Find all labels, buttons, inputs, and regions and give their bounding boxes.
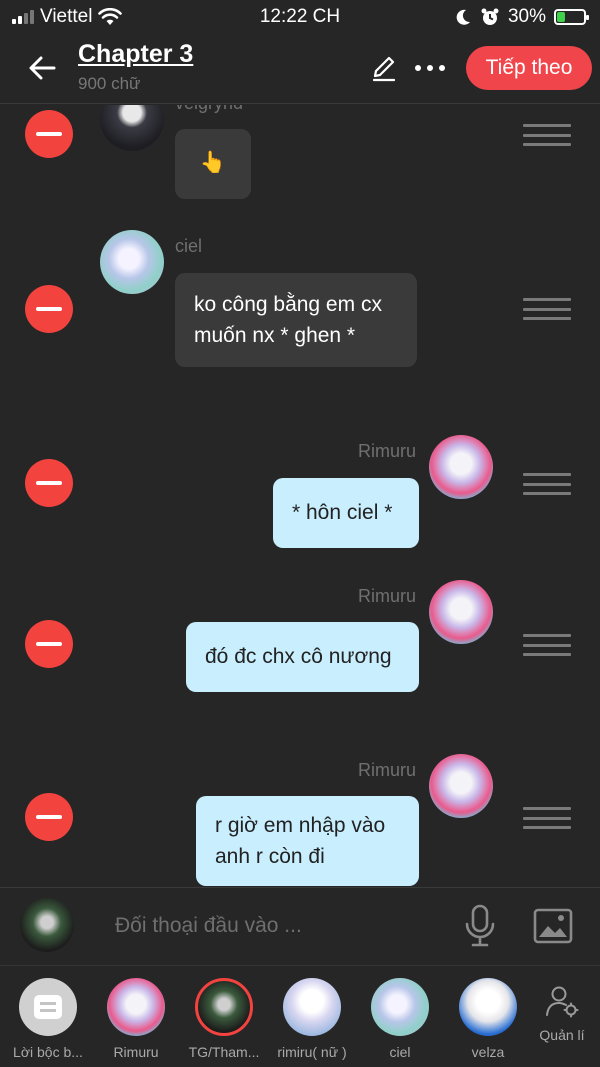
narrator-icon (19, 978, 77, 1036)
character-label: rimiru( nữ ) (277, 1044, 347, 1060)
chapter-title[interactable]: Chapter 3 (78, 40, 193, 69)
battery-percent: 30% (507, 6, 546, 27)
avatar (429, 435, 493, 499)
message-row: Rimuru * hôn ciel * (0, 435, 600, 555)
remove-message-button[interactable] (25, 110, 73, 158)
manage-label: Quản lí (539, 1027, 585, 1043)
avatar (100, 230, 164, 294)
character-label: Lời bộc b... (13, 1044, 83, 1060)
character-ciel[interactable]: ciel (356, 978, 444, 1060)
user-settings-icon (546, 986, 579, 1018)
message-bubble: đó đc chx cô nương (186, 622, 419, 692)
status-right: 30% (454, 6, 589, 28)
next-button[interactable]: Tiếp theo (466, 46, 592, 90)
battery-icon (554, 9, 589, 25)
avatar (429, 754, 493, 818)
avatar (195, 978, 253, 1036)
word-count: 900 chữ (78, 74, 141, 93)
message-bubble: 👆 (175, 129, 251, 199)
character-label: Rimuru (113, 1044, 159, 1060)
remove-message-button[interactable] (25, 459, 73, 507)
sender-name: veigrynd (175, 105, 243, 114)
avatar (429, 580, 493, 644)
sender-name: Rimuru (358, 760, 417, 780)
remove-message-button[interactable] (25, 793, 73, 841)
message-row: veigrynd 👆 (0, 105, 600, 215)
drag-handle-icon[interactable] (523, 298, 571, 320)
character-rimuru[interactable]: Rimuru (92, 978, 180, 1060)
character-bar: Lời bộc b... Rimuru TG/Tham... rimiru( n… (0, 965, 600, 1067)
message-row: Rimuru r giờ em nhập vào anh r còn đi (0, 754, 600, 887)
message-row: Rimuru đó đc chx cô nương (0, 580, 600, 700)
character-label: velza (471, 1044, 505, 1060)
message-row: ciel ko công bằng em cx muốn nx * ghen * (0, 230, 600, 380)
header: Chapter 3 900 chữ Tiếp theo (0, 34, 600, 104)
sender-name: Rimuru (358, 586, 417, 606)
avatar (459, 978, 517, 1036)
character-tg[interactable]: TG/Tham... (180, 978, 268, 1060)
character-label: ciel (389, 1044, 411, 1060)
drag-handle-icon[interactable] (523, 807, 571, 829)
avatar (107, 978, 165, 1036)
message-bubble: * hôn ciel * (273, 478, 419, 548)
drag-handle-icon[interactable] (523, 634, 571, 656)
character-rimiru-nu[interactable]: rimiru( nữ ) (268, 978, 356, 1060)
more-options-icon[interactable] (415, 65, 445, 71)
character-narrator[interactable]: Lời bộc b... (4, 978, 92, 1060)
remove-message-button[interactable] (25, 620, 73, 668)
message-bubble: r giờ em nhập vào anh r còn đi (196, 796, 419, 886)
character-velza[interactable]: velza (444, 978, 532, 1060)
pencil-icon[interactable] (369, 54, 399, 84)
dialogue-input[interactable]: Đối thoại đầu vào ... (115, 914, 302, 938)
current-speaker-avatar[interactable] (20, 898, 74, 952)
microphone-icon[interactable] (462, 904, 498, 948)
sender-name: ciel (175, 236, 203, 256)
battery-fill (557, 12, 565, 22)
remove-message-button[interactable] (25, 285, 73, 333)
image-icon[interactable] (533, 908, 573, 944)
moon-icon (456, 9, 470, 25)
status-bar: Viettel 12:22 CH 30% (0, 0, 600, 34)
sender-name: Rimuru (358, 441, 417, 461)
drag-handle-icon[interactable] (523, 124, 571, 146)
chat-area[interactable]: veigrynd 👆 ciel ko công bằng em cx muốn … (0, 105, 600, 887)
back-arrow-icon[interactable] (24, 50, 60, 86)
drag-handle-icon[interactable] (523, 473, 571, 495)
alarm-icon (481, 8, 499, 25)
avatar (283, 978, 341, 1036)
manage-button[interactable]: Quản lí (536, 984, 588, 1043)
message-bubble: ko công bằng em cx muốn nx * ghen * (175, 273, 417, 367)
avatar (371, 978, 429, 1036)
avatar (100, 105, 164, 151)
character-label: TG/Tham... (188, 1044, 260, 1060)
input-bar: Đối thoại đầu vào ... (0, 887, 600, 965)
